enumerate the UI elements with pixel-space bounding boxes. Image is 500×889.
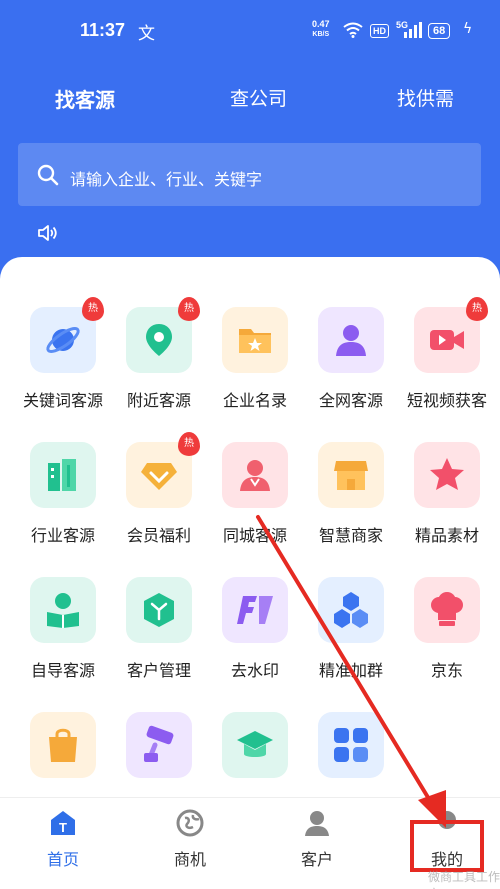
user-book-icon	[47, 593, 79, 628]
speaker-icon[interactable]	[37, 223, 59, 247]
annotation-highlight-box	[410, 820, 484, 872]
battery-icon: 68	[428, 23, 451, 39]
hot-badge: 热	[82, 297, 104, 321]
cubes-icon	[334, 592, 368, 628]
search-bar[interactable]: 请输入企业、行业、关键字	[18, 143, 481, 206]
customer-icon	[305, 811, 329, 836]
nav-home[interactable]: T 首页	[23, 808, 103, 870]
shop-icon	[334, 461, 368, 490]
wifi-icon	[343, 22, 363, 42]
cube-icon	[144, 593, 174, 627]
status-bar: 11:37 文 0.47 KB/S HD 5G 68 ϟ	[0, 0, 500, 62]
top-tabs: 找客源 查公司 找供需	[0, 84, 500, 120]
tab-check-company[interactable]: 查公司	[230, 84, 287, 111]
feature-label: 精品素材	[414, 526, 479, 545]
feature-label: 企业名录	[222, 391, 287, 410]
search-placeholder: 请输入企业、行业、关键字	[70, 170, 263, 189]
search-icon	[36, 163, 60, 191]
feature-label: 自导客源	[30, 661, 95, 680]
feature-label: 行业客源	[30, 526, 95, 545]
graduation-cap-icon	[237, 731, 273, 757]
grid-apps-icon	[334, 728, 368, 762]
feature-label: 全网客源	[318, 391, 383, 410]
feature-label: 客户管理	[126, 661, 191, 680]
hd-icon: HD	[370, 24, 389, 38]
feature-label: 附近客源	[126, 391, 191, 410]
chef-hat-icon	[431, 592, 463, 626]
status-time: 11:37	[80, 20, 126, 40]
vip-diamond-icon	[141, 463, 177, 490]
folder-star-icon	[239, 329, 271, 353]
shopping-bag-icon	[49, 728, 77, 762]
paint-roller-icon	[144, 725, 174, 762]
nav-label: 首页	[46, 850, 79, 869]
charging-icon: ϟ	[463, 21, 473, 37]
home-icon: T	[51, 811, 75, 835]
video-camera-icon	[430, 330, 464, 350]
network-speed: 0.47 KB/S	[312, 19, 330, 39]
tab-find-supply-demand[interactable]: 找供需	[397, 84, 454, 111]
feature-label: 短视频获客	[406, 391, 487, 410]
signal-icon	[404, 22, 422, 42]
feature-label: 去水印	[230, 661, 279, 680]
nav-label: 商机	[173, 850, 206, 869]
feature-panel: 热 关键词客源 热 附近客源 企业名录 全网客源 热 短视频获客 行业客源 热 …	[0, 257, 500, 889]
planet-icon	[46, 327, 80, 353]
hot-badge: 热	[178, 297, 200, 321]
feature-label: 同城客源	[222, 526, 287, 545]
feature-label: 会员福利	[126, 526, 191, 545]
nav-label: 客户	[300, 850, 333, 869]
watermark-icon	[237, 596, 273, 624]
tab-find-customers[interactable]: 找客源	[55, 84, 115, 113]
status-app-glyph: 文	[138, 24, 155, 44]
watermark-text: 微商工具工作室	[428, 870, 500, 889]
person-icon	[336, 325, 366, 356]
nav-customers[interactable]: 客户	[277, 808, 357, 870]
feature-label: 智慧商家	[318, 526, 383, 545]
svg-text:T: T	[59, 820, 67, 835]
nav-business[interactable]: 商机	[150, 808, 230, 870]
feature-label: 京东	[430, 661, 463, 680]
user-badge-icon	[240, 460, 270, 491]
feature-label: 关键词客源	[22, 391, 103, 410]
buildings-icon	[48, 459, 76, 491]
compass-icon	[176, 809, 204, 837]
hot-badge: 热	[178, 432, 200, 456]
star-icon	[430, 458, 464, 490]
hot-badge: 热	[466, 297, 488, 321]
location-pin-icon	[146, 324, 172, 356]
feature-label: 精准加群	[318, 661, 383, 680]
